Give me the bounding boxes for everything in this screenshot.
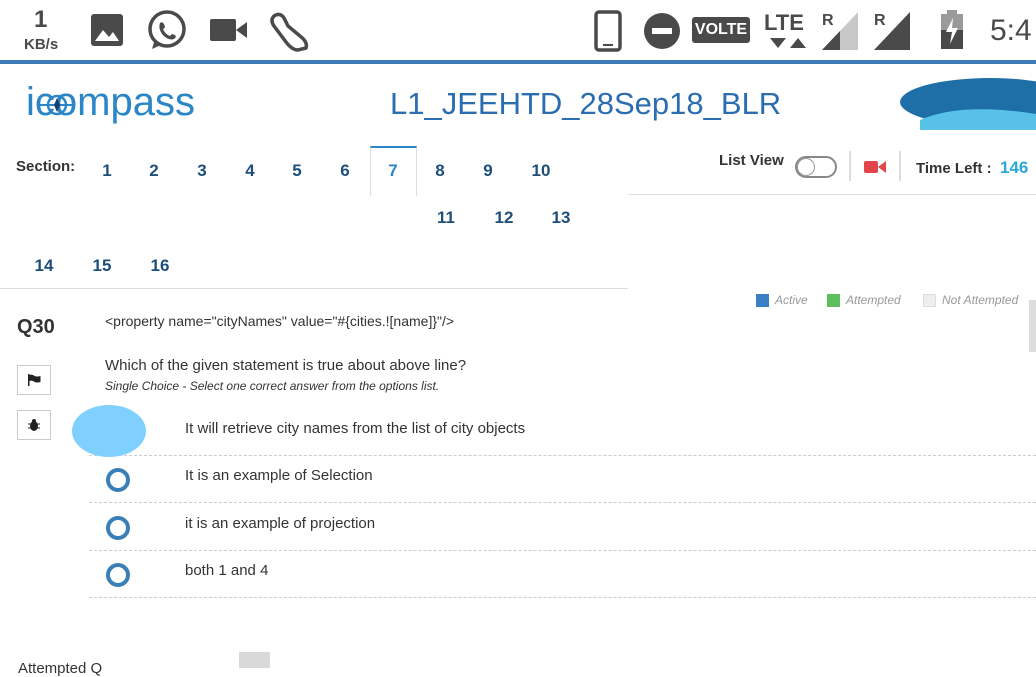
- section-tab-4[interactable]: 4: [230, 161, 270, 181]
- option-3-radio[interactable]: [106, 516, 130, 540]
- section-tab-2[interactable]: 2: [134, 161, 174, 181]
- section-divider: [0, 288, 628, 289]
- flag-icon: [28, 374, 41, 386]
- status-bar: 1 KB/s VOLTE LTE R R 5:4: [0, 0, 1036, 60]
- report-bug-button[interactable]: [17, 410, 51, 440]
- header-wave-graphic: [900, 78, 1036, 130]
- toolbar-separator-2: [899, 151, 901, 181]
- legend-attempted-swatch: [827, 294, 840, 307]
- section-tab-16[interactable]: 16: [140, 256, 180, 276]
- option-2[interactable]: It is an example of Selection: [89, 455, 1036, 503]
- test-title: L1_JEEHTD_28Sep18_BLR: [390, 86, 782, 121]
- section-tab-14[interactable]: 14: [24, 256, 64, 276]
- option-2-text: It is an example of Selection: [185, 467, 373, 484]
- toolbar-separator: [849, 151, 851, 181]
- section-tab-11[interactable]: 11: [426, 208, 466, 228]
- time-left-label: Time Left :: [916, 160, 992, 177]
- signal-icon: [822, 12, 858, 50]
- question-text: Which of the given statement is true abo…: [105, 357, 467, 374]
- camera-icon[interactable]: [864, 159, 886, 175]
- attempted-count-label: Attempted Q: [18, 660, 103, 677]
- section-tab-3[interactable]: 3: [182, 161, 222, 181]
- section-tab-7[interactable]: 7: [373, 161, 413, 181]
- flag-button[interactable]: [17, 365, 51, 395]
- option-1-text: It will retrieve city names from the lis…: [185, 420, 526, 437]
- question-hint: Single Choice - Select one correct answe…: [105, 379, 440, 393]
- legend-attempted-label: Attempted: [846, 293, 901, 307]
- network-speed-value: 1: [34, 6, 48, 33]
- option-4[interactable]: both 1 and 4: [89, 550, 1036, 598]
- list-view-label: List View: [719, 152, 784, 169]
- video-call-icon: [210, 19, 247, 41]
- question-code: <property name="cityNames" value="#{citi…: [105, 313, 455, 329]
- legend-active-label: Active: [775, 293, 808, 307]
- scrollbar[interactable]: [1029, 300, 1036, 352]
- section-tab-1[interactable]: 1: [87, 161, 127, 181]
- legend-not-attempted-swatch: [923, 294, 936, 307]
- section-tab-9[interactable]: 9: [468, 161, 508, 181]
- section-tab-8[interactable]: 8: [420, 161, 460, 181]
- section-tab-6[interactable]: 6: [325, 161, 365, 181]
- bug-icon: [28, 419, 40, 431]
- option-4-radio[interactable]: [106, 563, 130, 587]
- option-3[interactable]: it is an example of projection: [89, 503, 1036, 551]
- status-divider: [0, 60, 1036, 64]
- app-logo: icompass: [26, 80, 195, 125]
- toolbar-divider: [628, 194, 1036, 195]
- option-2-radio[interactable]: [106, 468, 130, 492]
- compass-logo-icon: [40, 94, 74, 116]
- battery-icon: [941, 10, 963, 49]
- do-not-disturb-icon: [644, 13, 680, 49]
- lte-indicator: LTE: [764, 10, 804, 35]
- toggle-knob: [797, 158, 815, 176]
- phone-rotate-icon: [594, 10, 622, 52]
- option-3-text: it is an example of projection: [185, 515, 376, 532]
- section-tab-13[interactable]: 13: [541, 208, 581, 228]
- signal-icon-2: [874, 12, 910, 50]
- time-left-value: 146: [1000, 158, 1029, 177]
- section-tab-5[interactable]: 5: [277, 161, 317, 181]
- data-arrows-icon: [770, 38, 806, 48]
- option-4-text: both 1 and 4: [185, 562, 269, 579]
- section-tab-10[interactable]: 10: [521, 161, 561, 181]
- whatsapp-icon: [148, 10, 186, 49]
- status-clock: 5:4: [990, 14, 1032, 47]
- shoe-icon: [270, 12, 309, 52]
- section-tab-12[interactable]: 12: [484, 208, 524, 228]
- gallery-icon: [91, 14, 123, 46]
- redaction-blob: [72, 405, 146, 457]
- option-1[interactable]: It will retrieve city names from the lis…: [89, 408, 1036, 456]
- legend-active-swatch: [756, 294, 769, 307]
- network-speed-unit: KB/s: [24, 36, 59, 53]
- section-tab-15[interactable]: 15: [82, 256, 122, 276]
- attempted-count-box: [239, 652, 270, 668]
- volte-badge: VOLTE: [692, 17, 750, 43]
- legend-not-attempted-label: Not Attempted: [942, 293, 1019, 307]
- section-label: Section:: [16, 158, 76, 175]
- question-number: Q30: [17, 316, 55, 338]
